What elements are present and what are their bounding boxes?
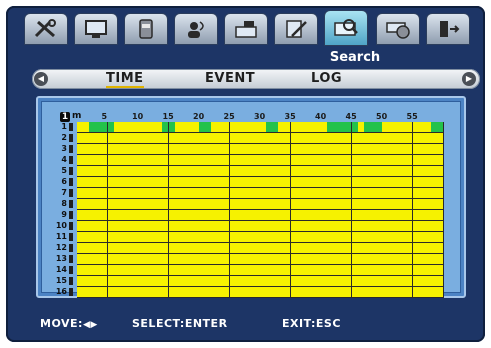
minute-tick-label: 35 [284, 112, 296, 121]
arrow-right-icon: ▶ [465, 74, 473, 83]
tab-backup[interactable] [376, 13, 420, 45]
minute-tick-label: 20 [193, 112, 205, 121]
minute-tick-label: 15 [162, 112, 174, 121]
channel-label: 8 [61, 199, 67, 208]
empty-cell[interactable] [436, 155, 444, 166]
hdd-icon [139, 19, 153, 39]
hour-indicator[interactable]: 1 [60, 112, 70, 122]
channel-label: 10 [55, 221, 67, 230]
channel-label: 5 [61, 166, 67, 175]
channel-label: 3 [61, 144, 67, 153]
channel-label: 13 [55, 254, 67, 263]
subtab-log[interactable]: LOG [311, 71, 342, 86]
channel-label: 9 [61, 210, 67, 219]
section-title: Search [329, 50, 381, 65]
channel-marker [69, 200, 73, 208]
channel-marker [69, 255, 73, 263]
empty-cell[interactable] [436, 265, 444, 276]
channel-marker [69, 244, 73, 252]
empty-cell[interactable] [436, 133, 444, 144]
minute-header: m [72, 111, 82, 121]
channel-label: 14 [55, 265, 67, 274]
backup-drive-icon [386, 22, 410, 39]
tools-icon [34, 19, 56, 38]
channel-label: 1 [61, 122, 67, 131]
channel-marker [69, 211, 73, 219]
subtab-time[interactable]: TIME [106, 71, 144, 88]
channel-marker [69, 178, 73, 186]
channel-marker [69, 277, 73, 285]
tab-record[interactable] [224, 13, 268, 45]
exit-icon [440, 21, 460, 37]
exit-hint: EXIT:ESC [282, 317, 341, 330]
prev-subtab-button[interactable]: ◀ [34, 72, 48, 86]
move-label: MOVE: [40, 317, 83, 330]
channel-marker [69, 189, 73, 197]
search-magnifier-icon [334, 19, 358, 36]
channel-marker [69, 123, 73, 131]
help-bar: MOVE:◀▶ SELECT:ENTER EXIT:ESC [18, 314, 478, 334]
empty-cell[interactable] [436, 199, 444, 210]
empty-cell[interactable] [436, 177, 444, 188]
channel-label: 16 [55, 287, 67, 296]
tab-settings[interactable] [274, 13, 318, 45]
select-hint: SELECT:ENTER [132, 317, 228, 330]
empty-cell[interactable] [436, 243, 444, 254]
channel-label: 12 [55, 243, 67, 252]
tab-tools[interactable] [24, 13, 68, 45]
channel-marker [69, 266, 73, 274]
subtab-event[interactable]: EVENT [205, 71, 255, 86]
tab-exit[interactable] [426, 13, 470, 45]
left-right-arrows-icon: ◀▶ [82, 320, 98, 330]
channel-label: 2 [61, 133, 67, 142]
channel-marker [69, 134, 73, 142]
channel-marker [69, 156, 73, 164]
empty-cell[interactable] [436, 221, 444, 232]
menu-tab-bar [24, 10, 470, 47]
channel-label: 7 [61, 188, 67, 197]
empty-cell[interactable] [436, 166, 444, 177]
channel-label: 6 [61, 177, 67, 186]
monitor-icon [85, 20, 107, 38]
settings-tools-icon [286, 20, 307, 38]
minute-tick-label: 50 [376, 112, 388, 121]
recorded-cell[interactable] [436, 122, 444, 133]
minute-tick-label: 10 [132, 112, 144, 121]
record-grid[interactable] [77, 122, 444, 298]
empty-cell[interactable] [436, 232, 444, 243]
minute-tick-label: 55 [406, 112, 418, 121]
channel-marker [69, 233, 73, 241]
channel-label: 4 [61, 155, 67, 164]
channel-label: 15 [55, 276, 67, 285]
tab-display[interactable] [74, 13, 118, 45]
minute-tick-label: 30 [254, 112, 266, 121]
minute-tick-label: 45 [345, 112, 357, 121]
channel-marker [69, 288, 73, 296]
channel-marker [69, 222, 73, 230]
tab-search[interactable] [324, 10, 368, 46]
tab-storage[interactable] [124, 13, 168, 45]
minute-tick-label: 40 [315, 112, 327, 121]
empty-cell[interactable] [436, 210, 444, 221]
empty-cell[interactable] [436, 254, 444, 265]
next-subtab-button[interactable]: ▶ [462, 72, 476, 86]
tab-network[interactable] [174, 13, 218, 45]
channel-marker [69, 145, 73, 153]
camera-record-icon [235, 21, 257, 38]
empty-cell[interactable] [436, 144, 444, 155]
subtab-bar: ◀ TIME EVENT LOG ▶ [32, 69, 480, 89]
empty-cell[interactable] [436, 188, 444, 199]
channel-label: 11 [55, 232, 67, 241]
arrow-left-icon: ◀ [37, 74, 45, 83]
minute-tick-label: 25 [223, 112, 235, 121]
empty-cell[interactable] [436, 287, 444, 298]
minute-tick-label: 5 [101, 112, 108, 121]
network-user-icon [188, 21, 204, 38]
move-hint: MOVE:◀▶ [40, 317, 98, 330]
empty-cell[interactable] [436, 276, 444, 287]
channel-marker [69, 167, 73, 175]
